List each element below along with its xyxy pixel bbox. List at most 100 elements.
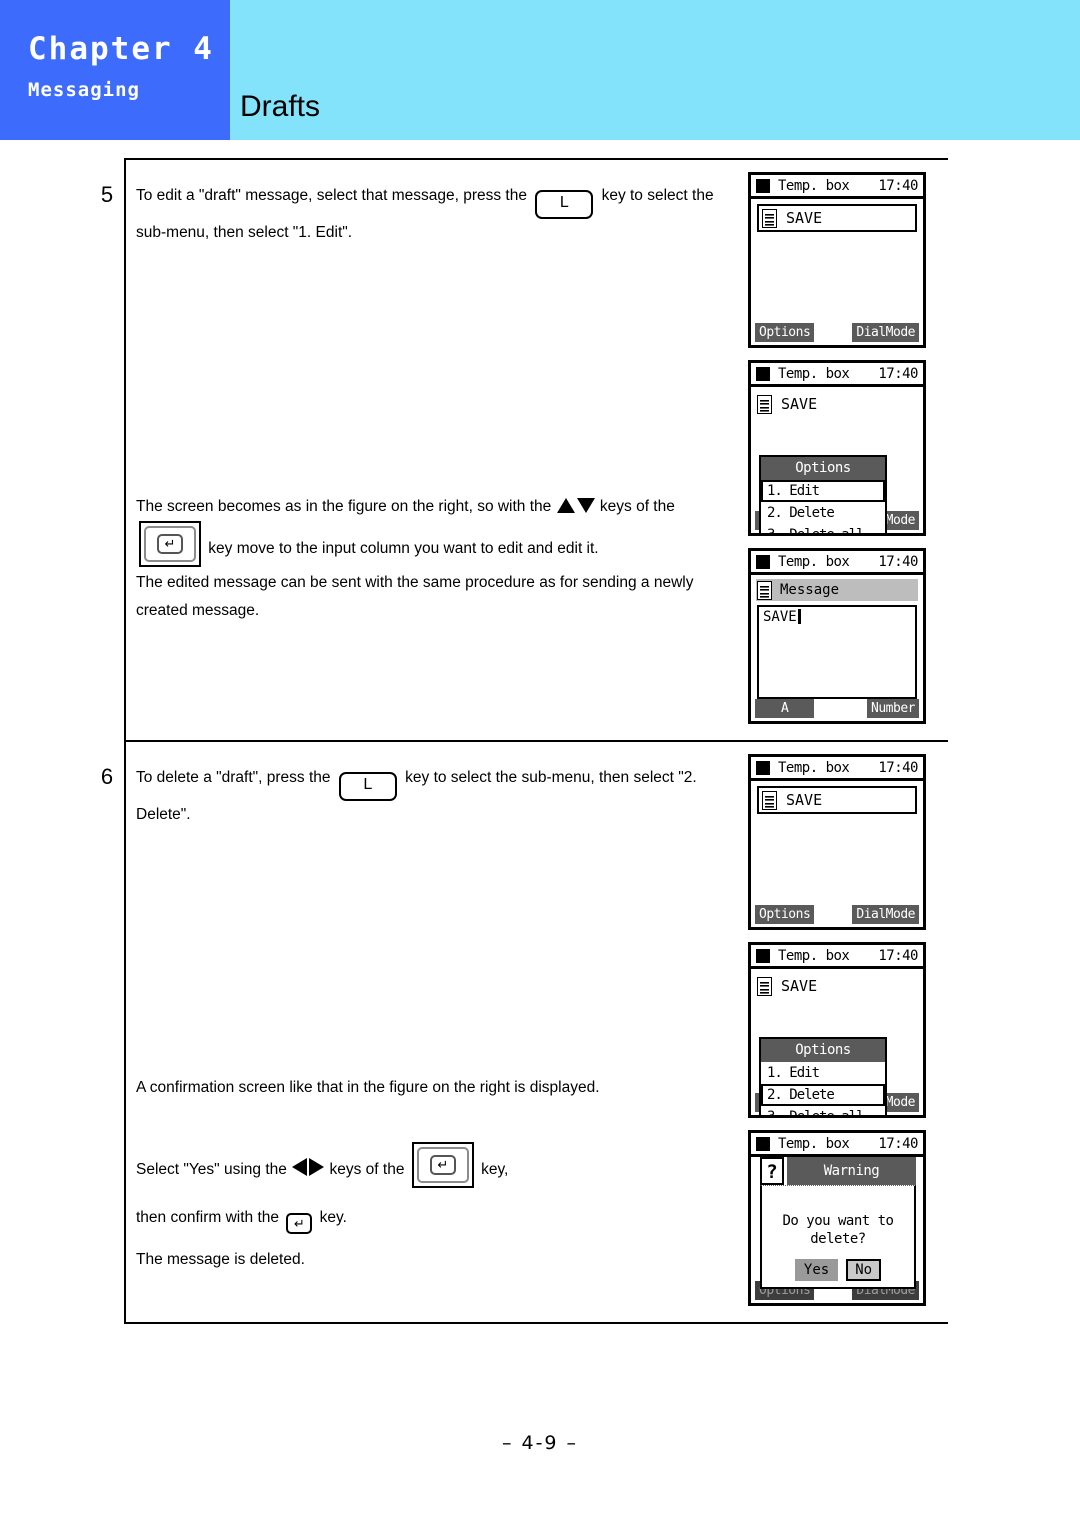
chapter-title: Chapter 4 xyxy=(28,31,214,67)
step5-paragraph-2: The screen becomes as in the figure on t… xyxy=(136,493,736,567)
phone-screen-options-edit: Temp. box 17:40 SAVE Options DialMode Op… xyxy=(748,360,926,536)
menu-item-delete[interactable]: 2. Delete xyxy=(761,502,885,524)
phone-screen-delete-warning: Temp. box 17:40 Options DialMode ? Warni… xyxy=(748,1130,926,1306)
list-item[interactable]: SAVE xyxy=(757,974,917,998)
menu-item-edit[interactable]: 1. Edit xyxy=(761,1062,885,1084)
triangle-right-icon xyxy=(309,1158,325,1176)
softkey-dialmode[interactable]: DialMode xyxy=(852,905,919,924)
screen-title-bar: Temp. box 17:40 xyxy=(751,1133,923,1157)
chapter-block: Chapter 4 Messaging xyxy=(0,0,230,140)
soft-key-bar: A Number xyxy=(751,699,923,721)
step5-p2-text-b: keys of the xyxy=(595,498,675,515)
signal-block-icon xyxy=(756,760,770,775)
step-number: 6 xyxy=(100,764,114,789)
l-key-icon: L xyxy=(338,772,397,801)
signal-block-icon xyxy=(756,948,770,963)
enter-key-icon: ↵ xyxy=(429,1155,456,1175)
warning-dialog-body: Do you want to delete? Yes No xyxy=(760,1185,916,1289)
page-title: Drafts xyxy=(240,90,321,123)
step6-paragraph-1: To delete a "draft", press the L key to … xyxy=(136,764,736,829)
menu-item-delete[interactable]: 2. Delete xyxy=(761,1084,885,1106)
signal-block-icon xyxy=(756,1136,770,1151)
phone-screen-draft-list-2: Temp. box 17:40 SAVE Options DialMode xyxy=(748,754,926,930)
warning-dialog-buttons: Yes No xyxy=(762,1259,914,1281)
soft-key-bar: Options DialMode xyxy=(751,905,923,927)
enter-key-icon: ↵ xyxy=(157,534,183,554)
yes-button[interactable]: Yes xyxy=(794,1259,839,1281)
screen-title-bar: Temp. box 17:40 xyxy=(751,945,923,969)
nav-pad-icon: ↵ xyxy=(411,1142,474,1188)
message-field-header: Message xyxy=(756,579,918,601)
screen-clock: 17:40 xyxy=(878,947,918,964)
warning-dialog-header: ? Warning xyxy=(760,1157,916,1185)
screen-title-bar: Temp. box 17:40 xyxy=(751,175,923,199)
message-field-label: Message xyxy=(780,582,840,598)
step6-p3-text-c: key, xyxy=(476,1161,509,1178)
message-text-value: SAVE xyxy=(763,609,797,625)
list-item[interactable]: SAVE xyxy=(757,392,917,416)
step5-p1-text-a: To edit a "draft" message, select that m… xyxy=(136,187,532,204)
step5-paragraph-3: The edited message can be sent with the … xyxy=(136,574,694,619)
step6-paragraph-3: Select "Yes" using the keys of the ↵ key… xyxy=(136,1142,736,1188)
list-item-label: SAVE xyxy=(781,395,818,413)
menu-item-delete-all[interactable]: 3. Delete all xyxy=(761,524,885,533)
phone-screen-options-delete: Temp. box 17:40 SAVE Options DialMode Op… xyxy=(748,942,926,1118)
list-item[interactable]: SAVE xyxy=(757,786,917,814)
enter-key-icon: ↵ xyxy=(286,1213,313,1234)
step6-paragraph-4: then confirm with the ↵ key. xyxy=(136,1204,736,1234)
triangle-up-icon xyxy=(556,498,575,513)
step6-p1-text-a: To delete a "draft", press the xyxy=(136,769,335,786)
step6-p3-text-b: keys of the xyxy=(325,1161,409,1178)
text-caret xyxy=(797,609,801,624)
page-footer: – 4-9 – xyxy=(501,1432,579,1454)
triangle-left-icon xyxy=(292,1158,308,1176)
menu-item-delete-all[interactable]: 3. Delete all xyxy=(761,1106,885,1115)
question-mark-icon: ? xyxy=(760,1157,784,1185)
phone-screen-message-edit: Temp. box 17:40 Message SAVE A Number xyxy=(748,548,926,724)
softkey-options[interactable]: Options xyxy=(755,905,815,924)
table-row: 6 To delete a "draft", press the L key t… xyxy=(80,742,948,1322)
screen-clock: 17:40 xyxy=(878,1135,918,1152)
step6-paragraph-2: A confirmation screen like that in the f… xyxy=(136,1079,600,1096)
screen-clock: 17:40 xyxy=(878,365,918,382)
list-item-label: SAVE xyxy=(786,791,823,809)
screen-title-bar: Temp. box 17:40 xyxy=(751,551,923,575)
list-item-label: SAVE xyxy=(781,977,818,995)
step6-p4-text-b: key. xyxy=(315,1209,347,1226)
screen-title-bar: Temp. box 17:40 xyxy=(751,363,923,387)
signal-block-icon xyxy=(756,366,770,381)
step6-p3-text-a: Select "Yes" using the xyxy=(136,1161,292,1178)
warning-message-line-2: delete? xyxy=(810,1231,866,1247)
step5-paragraph-1: To edit a "draft" message, select that m… xyxy=(136,182,736,247)
softkey-input-mode[interactable]: A xyxy=(755,699,815,718)
step5-p2-text-c: key move to the input column you want to… xyxy=(204,540,599,557)
page-header-band: Chapter 4 Messaging Drafts xyxy=(0,0,1080,140)
list-item[interactable]: SAVE xyxy=(757,204,917,232)
warning-dialog: ? Warning Do you want to delete? Yes No xyxy=(760,1157,916,1289)
screen-title-text: Temp. box xyxy=(778,365,850,382)
no-button[interactable]: No xyxy=(846,1259,882,1281)
document-icon xyxy=(757,580,772,600)
softkey-number[interactable]: Number xyxy=(867,699,919,718)
step6-p4-text-a: then confirm with the xyxy=(136,1209,284,1226)
screen-clock: 17:40 xyxy=(878,553,918,570)
soft-key-bar: Options DialMode xyxy=(751,323,923,345)
message-text-input[interactable]: SAVE xyxy=(757,605,917,699)
step5-p2-text-a: The screen becomes as in the figure on t… xyxy=(136,498,556,515)
document-icon xyxy=(757,976,772,996)
step-number: 5 xyxy=(100,182,114,207)
warning-dialog-title: Warning xyxy=(787,1157,916,1185)
step-body: To delete a "draft", press the L key to … xyxy=(136,764,736,1276)
menu-item-edit[interactable]: 1. Edit xyxy=(761,480,885,502)
softkey-options[interactable]: Options xyxy=(755,323,815,342)
screen-title-text: Temp. box xyxy=(778,947,850,964)
triangle-down-icon xyxy=(576,498,595,513)
document-icon xyxy=(757,394,772,414)
screen-title-bar: Temp. box 17:40 xyxy=(751,757,923,781)
softkey-dialmode[interactable]: DialMode xyxy=(852,323,919,342)
screen-title-text: Temp. box xyxy=(778,1135,850,1152)
options-popup-menu: Options 1. Edit 2. Delete 3. Delete all xyxy=(759,455,887,533)
table-rule-bottom xyxy=(124,1322,948,1324)
options-menu-title: Options xyxy=(761,457,885,480)
list-item-label: SAVE xyxy=(786,209,823,227)
